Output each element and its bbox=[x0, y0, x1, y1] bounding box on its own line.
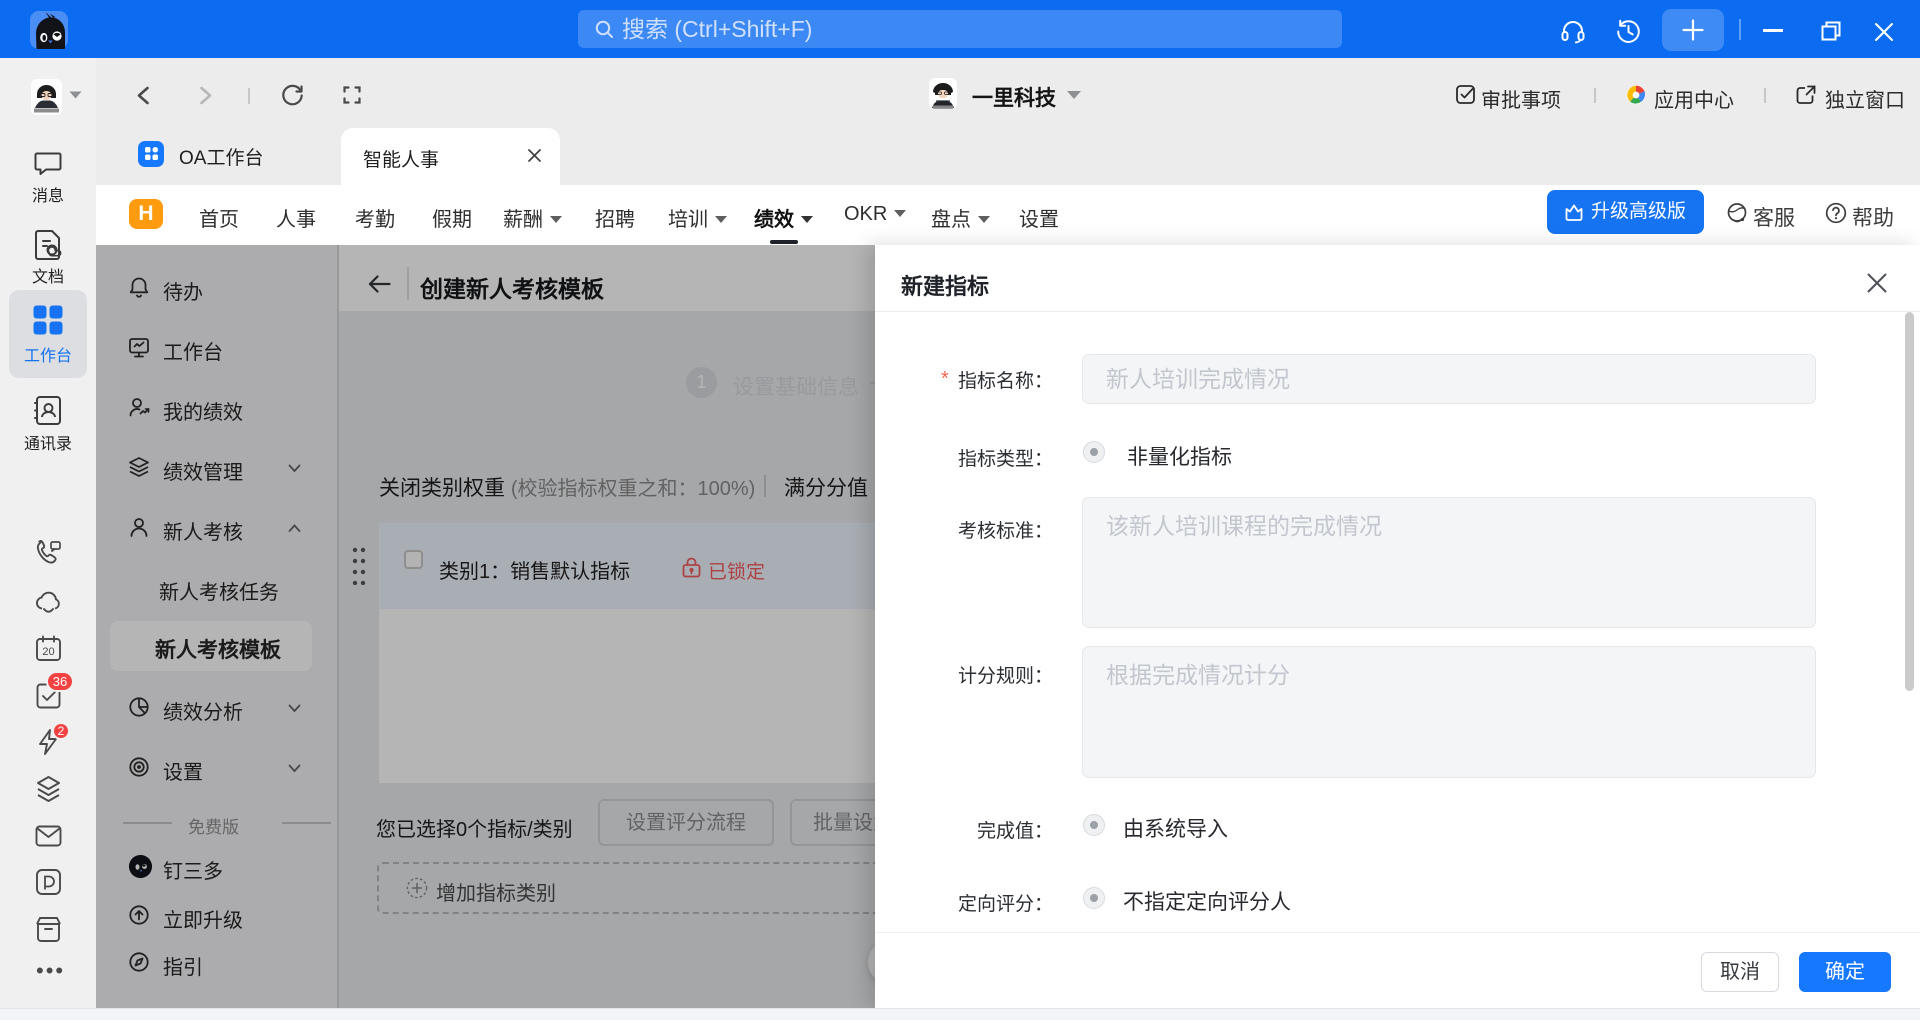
svg-text:20: 20 bbox=[42, 646, 54, 658]
